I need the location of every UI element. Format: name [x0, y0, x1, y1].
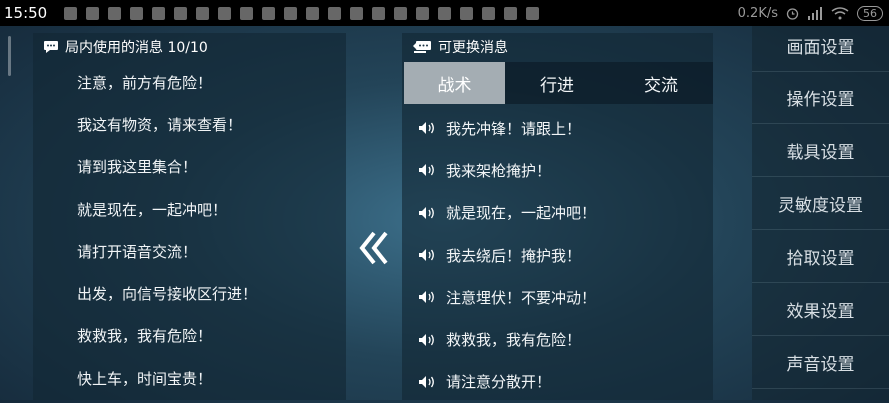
- notification-icon: [262, 6, 275, 20]
- in-game-messages-panel: 局内使用的消息 10/10 注意，前方有危险！ 我这有物资，请来查看！ 请到我这…: [33, 33, 346, 400]
- replaceable-message-text: 请注意分散开！: [446, 373, 552, 392]
- notification-icon: [218, 6, 231, 20]
- notification-icon: [372, 6, 385, 20]
- swap-message-icon: [413, 41, 431, 53]
- notification-icon: [460, 6, 473, 20]
- replaceable-message-text: 我先冲锋！请跟上！: [446, 119, 582, 138]
- notification-icon: [328, 6, 341, 20]
- replaceable-message-item[interactable]: 我去绕后！掩护我！: [402, 234, 713, 276]
- notification-icon: [438, 6, 451, 20]
- replaceable-message-text: 救救我，我有危险！: [446, 331, 582, 350]
- message-category-tabs: 战术 行进 交流: [404, 62, 713, 104]
- notification-icon: [284, 6, 297, 20]
- settings-item-vehicle[interactable]: 载具设置: [752, 125, 889, 177]
- in-game-message-item[interactable]: 出发，向信号接收区行进！: [33, 272, 346, 314]
- replaceable-message-item[interactable]: 请注意分散开！: [402, 361, 713, 403]
- notification-icon: [130, 6, 143, 20]
- speaker-icon: [419, 375, 434, 388]
- tab-movement[interactable]: 行进: [505, 62, 609, 104]
- speaker-icon: [419, 291, 434, 304]
- settings-item-effects[interactable]: 效果设置: [752, 284, 889, 336]
- replaceable-message-item[interactable]: 救救我，我有危险！: [402, 318, 713, 360]
- notification-icon: [174, 6, 187, 20]
- scroll-indicator: [8, 36, 11, 76]
- notification-icon: [108, 6, 121, 20]
- chat-bubble-icon: [44, 41, 58, 53]
- replaceable-message-item[interactable]: 注意埋伏！不要冲动！: [402, 276, 713, 318]
- wifi-icon: [831, 6, 849, 19]
- swap-message-button[interactable]: [352, 226, 396, 270]
- in-game-message-item[interactable]: 救救我，我有危险！: [33, 315, 346, 357]
- replaceable-message-text: 注意埋伏！不要冲动！: [446, 288, 597, 307]
- replaceable-message-text: 就是现在，一起冲吧！: [446, 204, 597, 223]
- battery-indicator: 56: [857, 5, 883, 21]
- replaceable-messages-panel: 可更换消息 战术 行进 交流 我先冲锋！请跟上！ 我来架枪掩护！ 就是现在，一起…: [402, 33, 713, 400]
- notification-icon: [526, 6, 539, 20]
- replaceable-message-item[interactable]: 我来架枪掩护！: [402, 149, 713, 191]
- in-game-message-item[interactable]: 注意，前方有危险！: [33, 61, 346, 103]
- settings-menu: 画面设置 操作设置 载具设置 灵敏度设置 拾取设置 效果设置 声音设置: [752, 26, 889, 400]
- replaceable-message-list: 我先冲锋！请跟上！ 我来架枪掩护！ 就是现在，一起冲吧！ 我去绕后！掩护我！ 注…: [402, 107, 713, 403]
- speaker-icon: [419, 249, 434, 262]
- notification-icon: [482, 6, 495, 20]
- replaceable-messages-header: 可更换消息: [402, 33, 713, 61]
- tab-communication[interactable]: 交流: [609, 62, 713, 104]
- speaker-icon: [419, 333, 434, 346]
- notification-icon: [394, 6, 407, 20]
- in-game-message-item[interactable]: 请到我这里集合！: [33, 146, 346, 188]
- notification-icon: [240, 6, 253, 20]
- replaceable-message-item[interactable]: 就是现在，一起冲吧！: [402, 192, 713, 234]
- settings-item-graphics[interactable]: 画面设置: [752, 20, 889, 72]
- notification-icon: [504, 6, 517, 20]
- replaceable-message-text: 我来架枪掩护！: [446, 161, 552, 180]
- notification-icon: [86, 6, 99, 20]
- notification-icon: [416, 6, 429, 20]
- settings-item-pickup[interactable]: 拾取设置: [752, 231, 889, 283]
- notification-icons: [64, 6, 539, 20]
- notification-icon: [152, 6, 165, 20]
- notification-icon: [306, 6, 319, 20]
- in-game-message-item[interactable]: 我这有物资，请来查看！: [33, 103, 346, 145]
- in-game-messages-header: 局内使用的消息 10/10: [33, 33, 346, 61]
- notification-icon: [196, 6, 209, 20]
- speaker-icon: [419, 164, 434, 177]
- in-game-message-item[interactable]: 请打开语音交流！: [33, 230, 346, 272]
- speaker-icon: [419, 206, 434, 219]
- notification-icon: [350, 6, 363, 20]
- in-game-message-list: 注意，前方有危险！ 我这有物资，请来查看！ 请到我这里集合！ 就是现在，一起冲吧…: [33, 61, 346, 399]
- notification-icon: [64, 6, 77, 20]
- network-speed: 0.2K/s: [737, 5, 778, 21]
- speaker-icon: [419, 122, 434, 135]
- alarm-icon: [786, 7, 799, 20]
- in-game-message-item[interactable]: 快上车，时间宝贵！: [33, 357, 346, 399]
- settings-item-controls[interactable]: 操作设置: [752, 72, 889, 124]
- replaceable-messages-title: 可更换消息: [438, 40, 508, 56]
- signal-icon: [808, 6, 822, 20]
- tab-tactics[interactable]: 战术: [404, 62, 505, 104]
- settings-item-sound[interactable]: 声音设置: [752, 337, 889, 389]
- replaceable-message-text: 我去绕后！掩护我！: [446, 246, 582, 265]
- settings-item-sensitivity[interactable]: 灵敏度设置: [752, 178, 889, 230]
- replaceable-message-item[interactable]: 我先冲锋！请跟上！: [402, 107, 713, 149]
- clock: 15:50: [4, 4, 48, 22]
- double-chevron-left-icon: [359, 231, 388, 265]
- in-game-messages-title: 局内使用的消息 10/10: [65, 40, 208, 56]
- in-game-message-item[interactable]: 就是现在，一起冲吧！: [33, 188, 346, 230]
